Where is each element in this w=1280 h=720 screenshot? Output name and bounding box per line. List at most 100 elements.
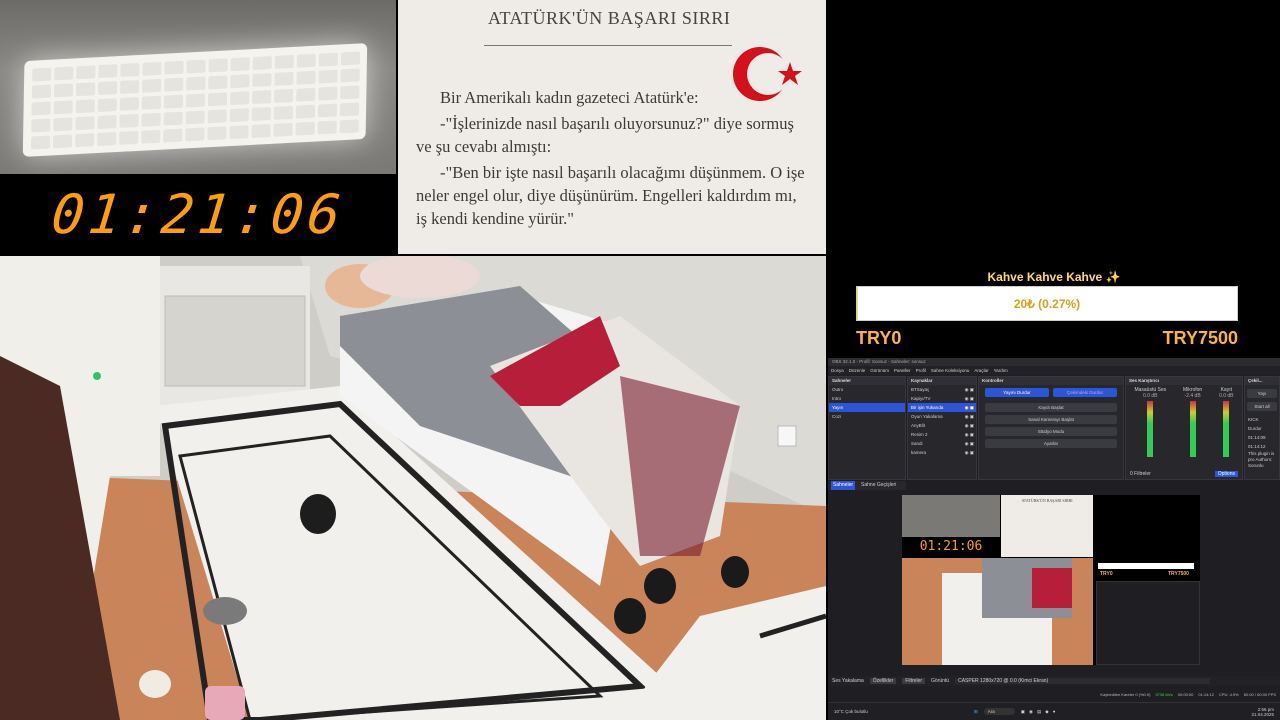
key	[318, 69, 338, 84]
settings-button[interactable]: Ayarlar	[985, 439, 1117, 448]
visibility-icon[interactable]: ◉ ▣	[965, 448, 976, 457]
key	[163, 111, 183, 126]
side-item: KICK	[1248, 417, 1259, 422]
key	[251, 123, 271, 138]
preview-timer: 01:21:06	[902, 537, 1000, 557]
stream-timer: 01:21:06	[0, 174, 396, 254]
device-select[interactable]: CASPER 1280x720 @ 0.0 (Kimci Ekran)	[955, 678, 1210, 684]
visibility-icon[interactable]: ◉ ▣	[965, 412, 976, 421]
key	[340, 68, 360, 83]
donation-min: TRY0	[856, 328, 902, 348]
preview-donation-bar	[1098, 563, 1194, 569]
scene-item[interactable]: Outro	[829, 385, 905, 394]
source-item[interactable]: kamera ◉ ▣	[908, 448, 976, 457]
filter-count: 0 Filtreler	[1130, 471, 1151, 477]
studio-mode-button[interactable]: Stüdyo Modu	[985, 427, 1117, 436]
taskbar-app-icons[interactable]: ▣◉▤◆●	[1021, 709, 1060, 715]
side-item: 01:14:09	[1248, 435, 1266, 440]
side-button[interactable]: Yayı	[1247, 389, 1277, 398]
menu-item[interactable]: Araçlar	[974, 366, 988, 375]
options-button[interactable]: Options	[1214, 471, 1238, 477]
key	[141, 112, 161, 127]
menu-item[interactable]: Profil	[916, 366, 926, 375]
preview-book: ATATÜRK'ÜN BAŞARI SIRRI	[1001, 495, 1093, 557]
mixer-channel: Kayıt 0.0 dB	[1219, 387, 1234, 459]
key	[32, 67, 52, 82]
scene-item[interactable]: Intro	[829, 394, 905, 403]
visibility-icon[interactable]: ◉ ▣	[965, 403, 976, 412]
key	[274, 88, 294, 103]
stop-stream-button[interactable]: Yayını Durdur	[985, 388, 1049, 397]
key	[142, 78, 162, 93]
obs-preview[interactable]: 01:21:06 ATATÜRK'ÜN BAŞARI SIRRI TRY0 TR…	[902, 495, 1200, 665]
visibility-icon[interactable]: ◉ ▣	[965, 439, 976, 448]
book-line: ve şu cevabı almıştı:	[416, 137, 552, 156]
properties-button[interactable]: Özellikler	[869, 678, 897, 684]
key	[208, 58, 228, 73]
key	[229, 125, 249, 140]
live-time: 00:00:00	[1177, 692, 1194, 697]
keyboard-image	[22, 43, 368, 157]
key	[119, 113, 139, 128]
scenes-list: Outro Intro Yayın Cozi	[829, 385, 905, 421]
key	[98, 64, 118, 79]
donation-amount: 20₺ (0.27%)	[1013, 296, 1081, 311]
source-item[interactable]: Bir işin Yukarıda ◉ ▣	[908, 403, 976, 412]
key	[185, 110, 205, 125]
menu-item[interactable]: Düzenle	[849, 366, 866, 375]
device-label: Görüntü	[931, 678, 950, 684]
visibility-icon[interactable]: ◉ ▣	[965, 385, 976, 394]
start-record-button[interactable]: Kaydı Başlat	[985, 403, 1117, 412]
source-item[interactable]: BTSayaç ◉ ▣	[908, 385, 976, 394]
scene-item[interactable]: Yayın	[829, 403, 905, 412]
source-item[interactable]: AnyBlit ◉ ▣	[908, 421, 976, 430]
filters-button[interactable]: Filtreler	[902, 678, 926, 684]
stop-record-button[interactable]: Çekimdeki Durdur	[1053, 388, 1117, 397]
key	[185, 93, 206, 108]
key	[97, 115, 117, 130]
key	[164, 60, 184, 75]
key	[31, 101, 51, 116]
key	[252, 90, 272, 105]
virtual-cam-button[interactable]: Sanal Kamerayı Başlat	[985, 415, 1117, 424]
key	[163, 94, 184, 109]
scene-item[interactable]: Cozi	[829, 412, 905, 421]
book-title: ATATÜRK'ÜN BAŞARI SIRRI	[488, 8, 731, 28]
source-item[interactable]: Kapiyı/TV ◉ ▣	[908, 394, 976, 403]
taskbar-search[interactable]: Ara	[983, 708, 1015, 715]
preview-keyboard-cam	[902, 495, 1000, 537]
source-name: Oyun Yakalama	[911, 414, 943, 419]
tab-scenes[interactable]: Sahneler	[831, 481, 856, 490]
weather-widget[interactable]: 10°C Çok bulutlu	[834, 709, 894, 714]
menu-item[interactable]: Görünüm	[870, 366, 889, 375]
visibility-icon[interactable]: ◉ ▣	[965, 394, 976, 403]
book-line: neler engel olur, diye düşünürüm. Engell…	[416, 186, 797, 205]
preview-donation-min: TRY0	[1100, 571, 1113, 577]
mixer-header: Ses Karıştırıcı	[1126, 377, 1242, 385]
key	[97, 81, 118, 96]
key	[295, 121, 315, 136]
book-page-image: ATATÜRK'ÜN BAŞARI SIRRI Bir Amerikalı ka…	[398, 0, 826, 254]
key	[76, 65, 96, 80]
visibility-icon[interactable]: ◉ ▣	[965, 421, 976, 430]
visibility-icon[interactable]: ◉ ▣	[965, 430, 976, 439]
key	[207, 109, 227, 124]
source-name: BTSayaç	[911, 387, 930, 392]
key	[230, 57, 250, 72]
menu-item[interactable]: Paneller	[894, 366, 911, 375]
key	[207, 92, 228, 107]
source-item[interactable]: Sandi ◉ ▣	[908, 439, 976, 448]
source-item[interactable]: Resim 2 ◉ ▣	[908, 430, 976, 439]
side-item: Durdur	[1248, 426, 1262, 431]
key	[75, 133, 95, 148]
key	[273, 122, 293, 137]
side-button[interactable]: Start all	[1247, 402, 1277, 411]
tab-transitions[interactable]: Sahne Geçişleri	[861, 481, 896, 490]
windows-start-icon[interactable]: ⊞	[974, 709, 978, 715]
source-item[interactable]: Oyun Yakalama ◉ ▣	[908, 412, 976, 421]
menu-item[interactable]: Sahne Koleksiyonu	[931, 366, 970, 375]
menu-item[interactable]: Yardım	[994, 366, 1008, 375]
key	[339, 119, 359, 134]
menu-item[interactable]: Dosya	[831, 366, 844, 375]
book-line: -"Ben bir işte nasıl başarılı olacağımı …	[440, 163, 805, 182]
